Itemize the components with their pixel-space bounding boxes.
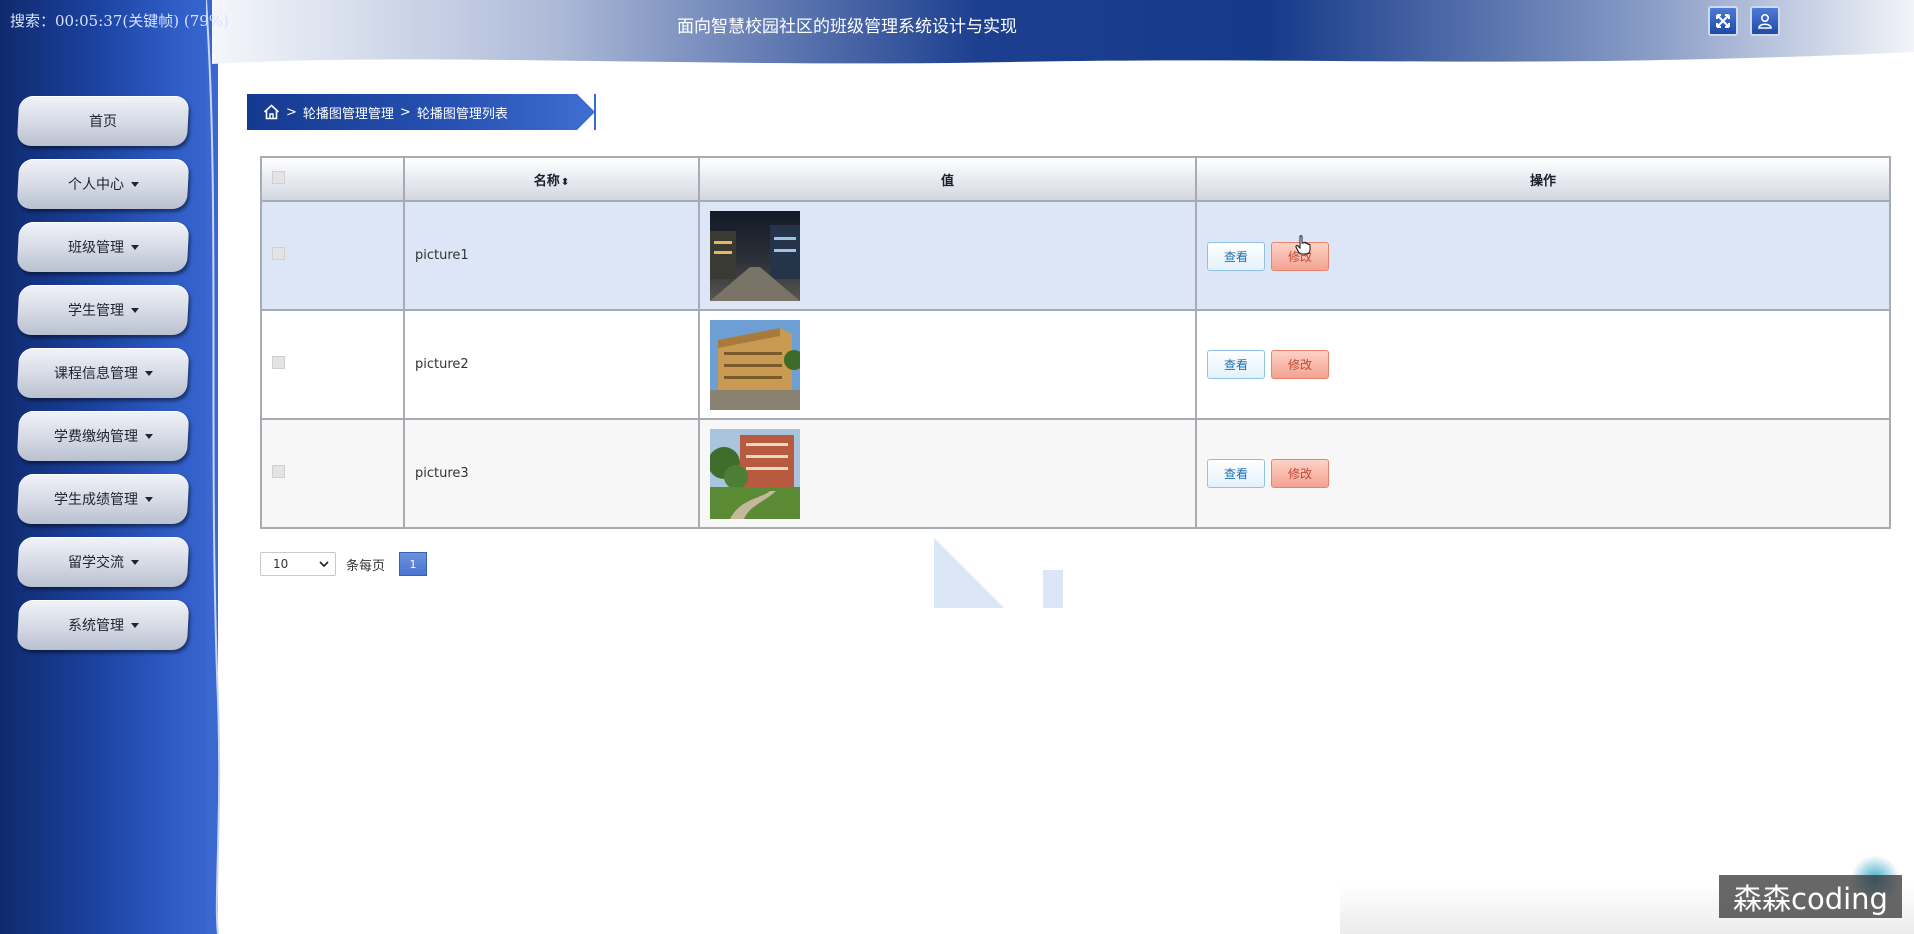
user-icon xyxy=(1758,13,1772,29)
caret-down-icon xyxy=(130,245,139,250)
row-checkbox[interactable] xyxy=(272,247,285,260)
sidebar-item-tuition[interactable]: 学费缴纳管理 xyxy=(16,411,190,461)
home-icon[interactable] xyxy=(263,104,280,120)
column-header-label: 名称 xyxy=(533,173,560,189)
caret-down-icon xyxy=(130,560,139,565)
view-button[interactable]: 查看 xyxy=(1207,241,1265,271)
thumbnail-image[interactable] xyxy=(710,210,800,301)
view-button[interactable]: 查看 xyxy=(1207,350,1265,379)
select-all-cell xyxy=(260,156,405,202)
caret-down-icon xyxy=(144,434,153,439)
thumbnail-image[interactable] xyxy=(710,319,800,410)
thumbnail-image[interactable] xyxy=(710,428,800,519)
actions-cell: 查看 修改 xyxy=(1195,418,1891,529)
carousel-table: 名称⬍ 值 操作 picture1 查看 修改 picture2 查看 修改 p… xyxy=(260,156,1891,529)
caret-down-icon xyxy=(144,371,153,376)
value-cell xyxy=(698,200,1197,311)
breadcrumb-divider xyxy=(594,94,596,130)
breadcrumb-separator: > xyxy=(286,104,297,120)
page-title: 面向智慧校园社区的班级管理系统设计与实现 xyxy=(677,17,1017,37)
select-cell xyxy=(260,200,405,311)
caret-down-icon xyxy=(144,497,153,502)
name-cell: picture3 xyxy=(403,418,700,529)
sidebar-item-study-abroad[interactable]: 留学交流 xyxy=(16,537,190,587)
per-page-label: 条每页 xyxy=(346,558,386,574)
breadcrumb-level1[interactable]: 轮播图管理管理 xyxy=(303,103,394,122)
breadcrumb-level2: 轮播图管理列表 xyxy=(416,106,508,122)
sidebar-item-grades[interactable]: 学生成绩管理 xyxy=(16,474,190,524)
sidebar-item-label: 系统管理 xyxy=(67,618,124,634)
page-button-current[interactable]: 1 xyxy=(399,552,428,576)
name-cell: picture1 xyxy=(403,200,700,311)
page-size-select[interactable]: 10 xyxy=(260,552,336,576)
actions-cell: 查看 修改 xyxy=(1195,200,1891,311)
caret-down-icon xyxy=(130,182,139,187)
value-cell xyxy=(698,418,1197,529)
caret-down-icon xyxy=(130,623,139,628)
pagination: 10 条每页 1 xyxy=(260,552,428,576)
caret-down-icon xyxy=(130,308,139,313)
sidebar-item-label: 学费缴纳管理 xyxy=(53,429,138,445)
chevron-down-icon xyxy=(319,561,329,567)
expand-icon xyxy=(1716,14,1730,28)
sort-icon[interactable]: ⬍ xyxy=(561,177,569,188)
sidebar-item-label: 课程信息管理 xyxy=(53,366,138,382)
hand-cursor-icon xyxy=(1295,234,1311,254)
breadcrumb: > 轮播图管理管理 > 轮播图管理列表 xyxy=(247,94,596,130)
table-row: picture2 查看 修改 xyxy=(260,309,1891,420)
column-header-value: 值 xyxy=(698,156,1197,202)
sidebar-item-label: 个人中心 xyxy=(67,177,124,193)
table-header-row: 名称⬍ 值 操作 xyxy=(260,156,1891,202)
sidebar-item-label: 首页 xyxy=(89,114,117,130)
sidebar-item-label: 学生管理 xyxy=(67,303,124,319)
sidebar-item-label: 学生成绩管理 xyxy=(53,492,138,508)
sidebar-item-home[interactable]: 首页 xyxy=(16,96,190,146)
name-cell: picture2 xyxy=(403,309,700,420)
sidebar-nav: 首页 个人中心 班级管理 学生管理 课程信息管理 学费缴纳管理 学生成绩管理 留… xyxy=(16,96,190,663)
user-button[interactable] xyxy=(1750,6,1780,36)
watermark: 森森coding xyxy=(1719,875,1902,918)
select-cell xyxy=(260,309,405,420)
select-cell xyxy=(260,418,405,529)
table-row: picture1 查看 修改 xyxy=(260,200,1891,311)
sidebar-item-personal-center[interactable]: 个人中心 xyxy=(16,159,190,209)
actions-cell: 查看 修改 xyxy=(1195,309,1891,420)
sidebar-item-label: 留学交流 xyxy=(67,555,124,571)
value-cell xyxy=(698,309,1197,420)
breadcrumb-bar: > 轮播图管理管理 > 轮播图管理列表 xyxy=(247,94,595,130)
edit-button[interactable]: 修改 xyxy=(1271,459,1329,488)
view-button[interactable]: 查看 xyxy=(1207,459,1265,488)
row-checkbox[interactable] xyxy=(272,356,285,369)
sidebar-item-student-management[interactable]: 学生管理 xyxy=(16,285,190,335)
background-decoration xyxy=(934,538,1063,608)
status-overlay: 搜索：00:05:37(关键帧) (79%) xyxy=(10,12,229,30)
column-header-actions: 操作 xyxy=(1195,156,1891,202)
sidebar-wave-edge xyxy=(206,0,221,934)
sidebar-item-label: 班级管理 xyxy=(67,240,124,256)
sidebar-item-system[interactable]: 系统管理 xyxy=(16,600,190,650)
sidebar-item-course-info[interactable]: 课程信息管理 xyxy=(16,348,190,398)
edit-button[interactable]: 修改 xyxy=(1271,350,1329,379)
column-header-name[interactable]: 名称⬍ xyxy=(403,156,700,202)
table-row: picture3 查看 修改 xyxy=(260,418,1891,529)
sidebar-item-class-management[interactable]: 班级管理 xyxy=(16,222,190,272)
row-checkbox[interactable] xyxy=(272,465,285,478)
breadcrumb-separator: > xyxy=(399,104,411,120)
fullscreen-button[interactable] xyxy=(1708,6,1738,36)
page-size-value: 10 xyxy=(273,557,289,571)
select-all-checkbox[interactable] xyxy=(272,170,285,184)
